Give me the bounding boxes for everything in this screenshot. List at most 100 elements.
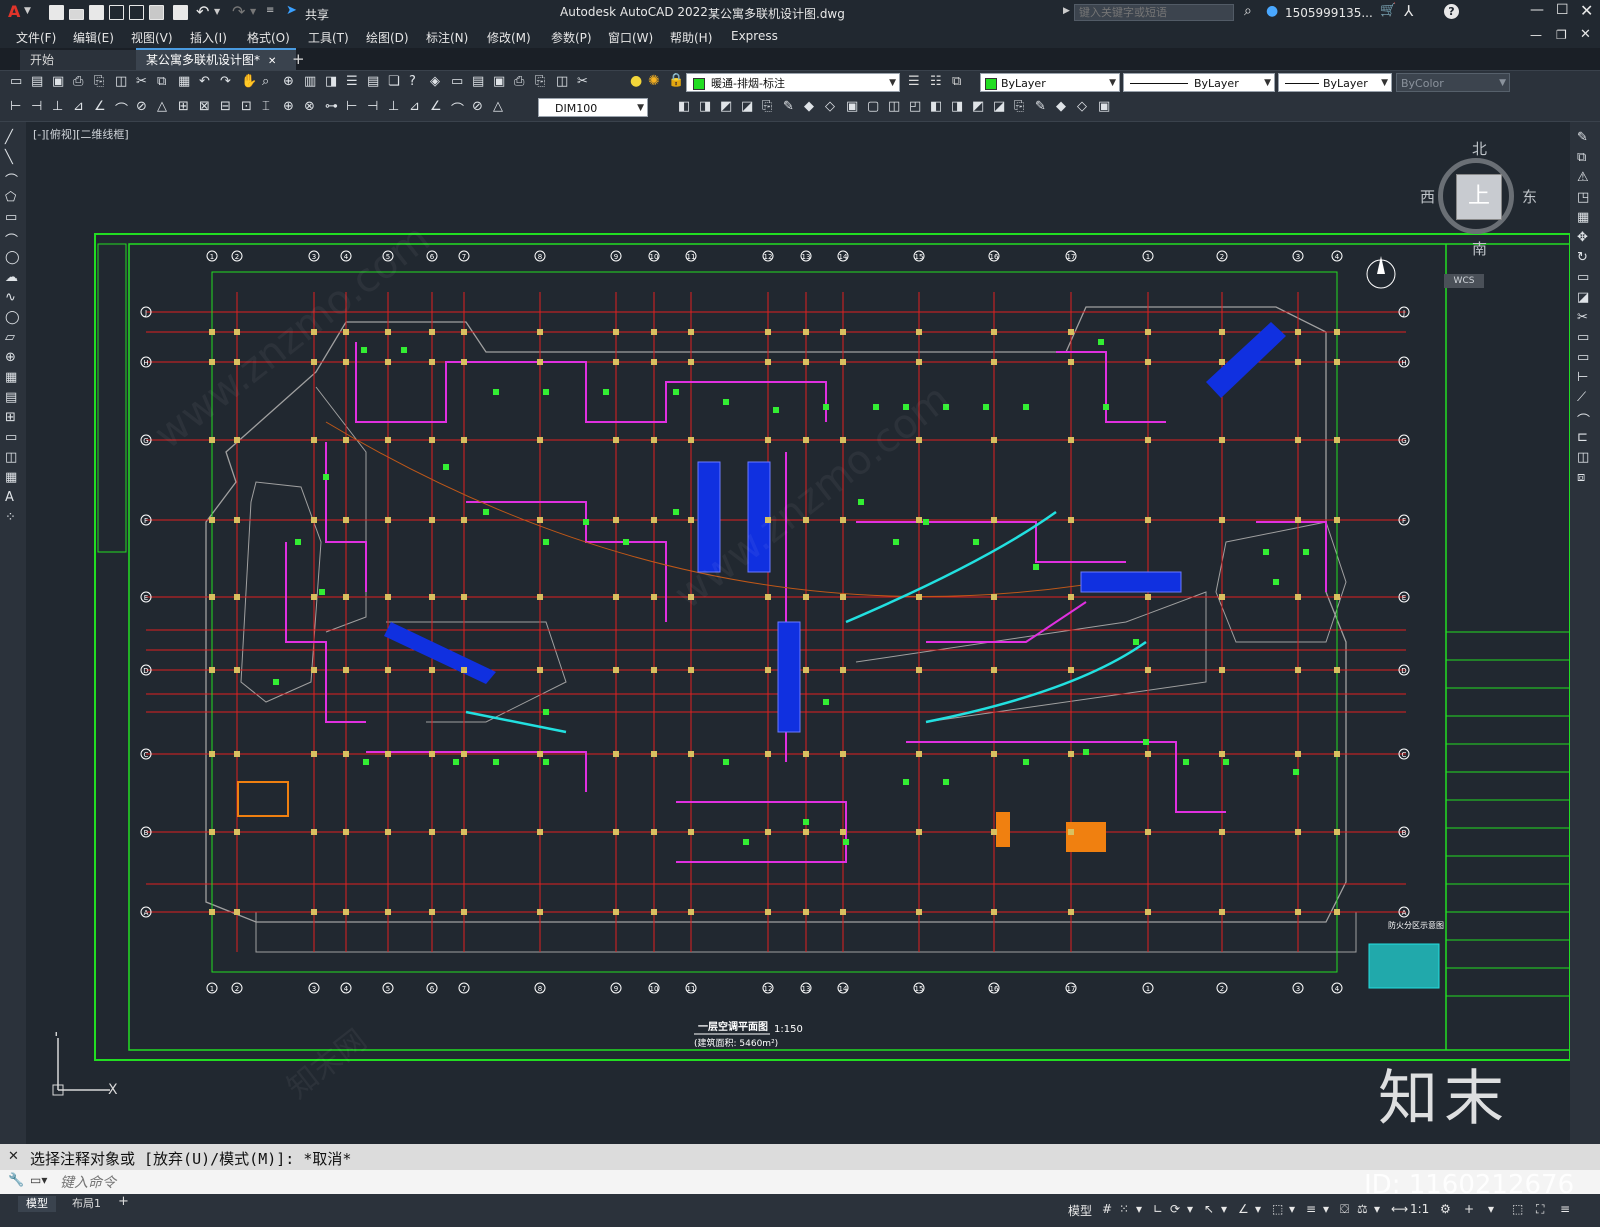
layout-tab-layout1[interactable]: 布局1	[66, 1196, 107, 1212]
draw-tool-9-icon[interactable]: ∿	[5, 290, 21, 306]
dim-tool-16-icon[interactable]: ⊶	[325, 99, 338, 114]
status-right-2-icon[interactable]: +	[1464, 1202, 1474, 1216]
status-tool-18-icon[interactable]: ⟷	[1391, 1202, 1408, 1216]
standard-tool-15-icon[interactable]: ▥	[304, 74, 316, 89]
plot-icon[interactable]	[148, 4, 164, 20]
draw-tool-1-icon[interactable]: ╱	[5, 130, 21, 146]
dim-tool-7-icon[interactable]: ⊘	[136, 99, 147, 114]
draw-tool-12-icon[interactable]: ⊕	[5, 350, 21, 366]
logo-chevron-icon[interactable]: ▼	[24, 6, 31, 16]
standard-tool-21-icon[interactable]: ◈	[430, 74, 440, 89]
standard-tool-27-icon[interactable]: ◫	[556, 74, 568, 89]
standard-tool-8-icon[interactable]: ⧉	[157, 74, 166, 89]
draw-tool-14-icon[interactable]: ▤	[5, 390, 21, 406]
standard-tool-12-icon[interactable]: ✋	[241, 74, 257, 89]
status-right-4-icon[interactable]: ⬚	[1512, 1202, 1523, 1216]
status-tool-16-icon[interactable]: ⚖	[1357, 1202, 1368, 1216]
model-space-button[interactable]: 模型	[1068, 1202, 1092, 1219]
modify-tool-12-icon[interactable]: ▭	[1577, 350, 1593, 366]
help-icon[interactable]: ?	[1444, 4, 1459, 19]
modify-tool-5-icon[interactable]: ⎘	[762, 99, 772, 114]
status-tool-9-icon[interactable]: ∠	[1238, 1202, 1249, 1216]
tab-drawing[interactable]: 某公寓多联机设计图* ✕	[136, 48, 296, 70]
lineweight-dropdown[interactable]: ByLayer ▼	[1278, 73, 1392, 92]
layer-props-icon[interactable]: ☰	[908, 74, 920, 89]
dim-tool-8-icon[interactable]: △	[157, 99, 167, 114]
status-tool-1-icon[interactable]: #	[1102, 1202, 1112, 1216]
standard-tool-9-icon[interactable]: ▦	[178, 74, 190, 89]
modify-tool-17-icon[interactable]: ◫	[1577, 450, 1593, 466]
standard-tool-20-icon[interactable]: ?	[409, 74, 416, 89]
draw-tool-8-icon[interactable]: ☁	[5, 270, 21, 286]
wcs-menu[interactable]: WCS	[1444, 274, 1484, 288]
modify-tool-4-icon[interactable]: ◳	[1577, 190, 1593, 206]
modify-tool-1-icon[interactable]: ✎	[1577, 130, 1593, 146]
linetype-dropdown[interactable]: ByLayer ▼	[1123, 73, 1275, 92]
status-tool-14-icon[interactable]: ▾	[1323, 1202, 1329, 1216]
cmd-recent-icon[interactable]: ▭▾	[30, 1173, 47, 1187]
draw-tool-3-icon[interactable]: ⌒	[5, 170, 21, 189]
viewcube-south[interactable]: 南	[1472, 238, 1487, 259]
menu-parametric[interactable]: 参数(P)	[551, 29, 592, 46]
dim-tool-24-icon[interactable]: △	[493, 99, 503, 114]
modify-tool-9-icon[interactable]: ◪	[1577, 290, 1593, 306]
modify-tool-6-icon[interactable]: ✎	[783, 99, 794, 114]
viewcube-north[interactable]: 北	[1472, 138, 1487, 159]
redo-icon[interactable]: ↷	[232, 2, 245, 21]
command-input[interactable]	[58, 1172, 1362, 1194]
layer-dropdown[interactable]: 暖通-排烟-标注 ▼	[686, 73, 900, 92]
status-right-1-icon[interactable]: ⚙	[1440, 1202, 1451, 1216]
modify-tool-14-icon[interactable]: ◨	[951, 99, 963, 114]
color-dropdown[interactable]: ByLayer ▼	[980, 73, 1120, 92]
standard-tool-2-icon[interactable]: ▤	[31, 74, 43, 89]
menu-insert[interactable]: 插入(I)	[190, 29, 227, 46]
status-right-5-icon[interactable]: ⛶	[1536, 1202, 1544, 1217]
standard-tool-11-icon[interactable]: ↷	[220, 74, 231, 89]
modify-tool-20-icon[interactable]: ◇	[1077, 99, 1087, 114]
modify-tool-18-icon[interactable]: ⧈	[1577, 470, 1593, 486]
doc-close-button[interactable]: ✕	[1580, 27, 1591, 42]
drawing-canvas[interactable]: [-][俯视][二维线框] 1 1 2 2 3 3 4 4 5 5 6 6 7 7 8 8 9 9 10 10 11 11…	[26, 122, 1570, 1144]
customize-icon[interactable]: ≡	[266, 5, 274, 16]
draw-tool-5-icon[interactable]: ▭	[5, 210, 21, 226]
draw-tool-17-icon[interactable]: ◫	[5, 450, 21, 466]
draw-tool-7-icon[interactable]: ◯	[5, 250, 21, 266]
new-file-icon[interactable]	[48, 4, 64, 20]
status-right-6-icon[interactable]: ≡	[1560, 1202, 1570, 1216]
standard-tool-24-icon[interactable]: ▣	[493, 74, 505, 89]
modify-tool-1-icon[interactable]: ◧	[678, 99, 690, 114]
menu-draw[interactable]: 绘图(D)	[366, 29, 409, 46]
modify-tool-18-icon[interactable]: ✎	[1035, 99, 1046, 114]
standard-tool-16-icon[interactable]: ◨	[325, 74, 337, 89]
redo-dropdown-icon[interactable]: ▼	[250, 7, 256, 16]
modify-tool-3-icon[interactable]: ⚠	[1577, 170, 1593, 186]
standard-tool-17-icon[interactable]: ☰	[346, 74, 358, 89]
modify-tool-7-icon[interactable]: ◆	[804, 99, 814, 114]
viewcube[interactable]: 上 北 南 西 东	[1420, 140, 1537, 258]
status-tool-10-icon[interactable]: ▾	[1255, 1202, 1261, 1216]
add-layout-button[interactable]: +	[118, 1194, 129, 1209]
menu-help[interactable]: 帮助(H)	[670, 29, 712, 46]
menu-dimension[interactable]: 标注(N)	[426, 29, 468, 46]
dim-tool-13-icon[interactable]: ⌶	[262, 99, 270, 114]
standard-tool-13-icon[interactable]: ⌕	[262, 74, 269, 89]
search-icon[interactable]: ⌕	[1244, 3, 1252, 19]
modify-tool-7-icon[interactable]: ↻	[1577, 250, 1593, 266]
modify-tool-16-icon[interactable]: ◪	[993, 99, 1005, 114]
menu-window[interactable]: 窗口(W)	[608, 29, 653, 46]
layer-bulb-icon[interactable]: ●	[630, 73, 642, 89]
standard-tool-22-icon[interactable]: ▭	[451, 74, 463, 89]
standard-tool-4-icon[interactable]: ⎙	[73, 74, 83, 89]
standard-tool-3-icon[interactable]: ▣	[52, 74, 64, 89]
standard-tool-23-icon[interactable]: ▤	[472, 74, 484, 89]
status-tool-15-icon[interactable]: ⛋	[1340, 1202, 1349, 1217]
modify-tool-13-icon[interactable]: ⊢	[1577, 370, 1593, 386]
layer-match-icon[interactable]: ☷	[930, 74, 942, 89]
cmd-customize-icon[interactable]: 🔧	[8, 1173, 24, 1188]
standard-tool-5-icon[interactable]: ⎘	[94, 74, 104, 89]
draw-tool-11-icon[interactable]: ▱	[5, 330, 21, 346]
modify-tool-2-icon[interactable]: ⧉	[1577, 150, 1593, 166]
layer-sun-icon[interactable]: ✺	[648, 73, 660, 89]
menu-format[interactable]: 格式(O)	[247, 29, 290, 46]
dim-tool-2-icon[interactable]: ⊣	[31, 99, 42, 114]
